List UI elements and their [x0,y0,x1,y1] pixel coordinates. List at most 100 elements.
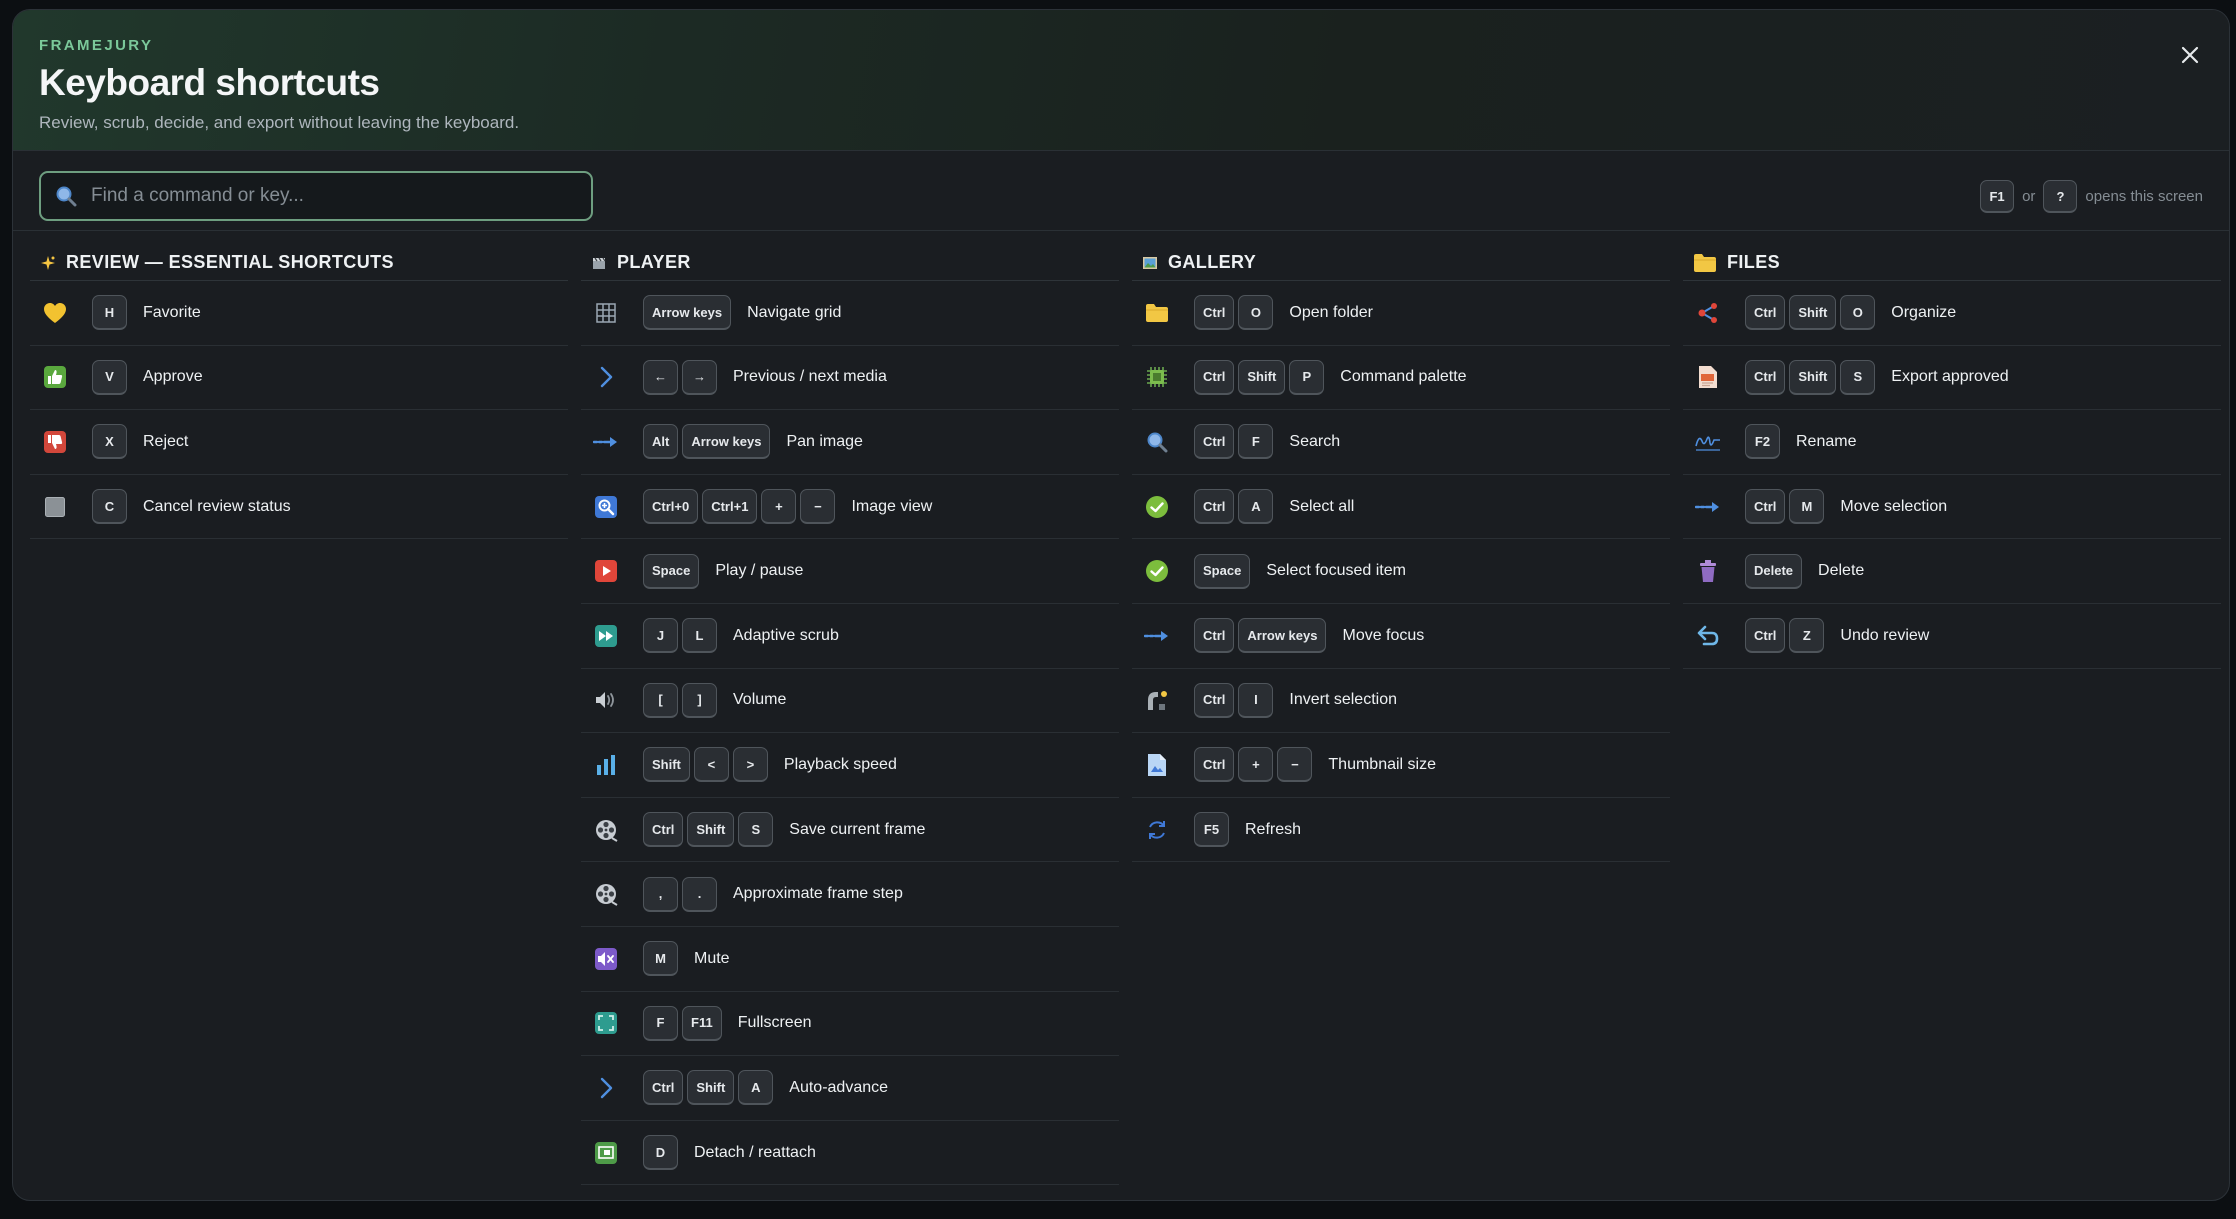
key-cap: , [643,876,678,912]
key-cap: Ctrl [1194,747,1235,783]
key-cap: ← [643,359,678,395]
column-heading: PLAYER [581,245,1119,281]
key-cap: D [643,1135,678,1171]
image-file-icon [1142,750,1172,780]
heart-icon [40,298,70,328]
grid-icon [591,298,621,328]
key-combo: M [643,941,678,977]
shortcut-row-volume[interactable]: [] Volume [581,669,1119,734]
shortcut-label: Playback speed [783,755,897,773]
fast-forward-icon [591,621,621,651]
key-cap: Arrow keys [1238,618,1327,654]
key-cap: + [761,489,797,525]
key-cap: Ctrl [1745,489,1786,525]
key-combo: Space [1194,553,1251,589]
shortcut-row-search[interactable]: Ctrl F Search [1132,410,1670,475]
shortcut-row-favorite[interactable]: H Favorite [30,281,568,346]
key-cap: O [1238,295,1274,331]
shortcut-row-adaptive-scrub[interactable]: J L Adaptive scrub [581,604,1119,669]
shortcut-row-move-selection[interactable]: Ctrl M Move selection [1683,475,2221,540]
shortcut-row-open-folder[interactable]: Ctrl O Open folder [1132,281,1670,346]
close-icon [2180,45,2200,65]
shortcut-label: Select focused item [1266,562,1406,580]
shortcut-row-save-current-frame[interactable]: Ctrl Shift S Save current frame [581,798,1119,863]
key-cap: Alt [643,424,679,460]
page-subtitle: Review, scrub, decide, and export withou… [39,113,520,132]
play-icon [591,556,621,586]
key-combo: V [92,359,127,395]
folder-icon [1142,298,1172,328]
column-files: FILES Ctrl Shift O Organize Ctrl Shift S Export … [1683,245,2221,669]
key-cap: Ctrl [1194,424,1235,460]
shortcut-row-rename[interactable]: F2 Rename [1683,410,2221,475]
key-cap: Space [1194,553,1251,589]
film-reel-icon [591,815,621,845]
shortcut-row-cancel-review-status[interactable]: C Cancel review status [30,475,568,540]
key-combo: Ctrl Shift A [643,1070,774,1106]
shortcut-label: Thumbnail size [1328,755,1436,773]
shortcut-row-command-palette[interactable]: Ctrl Shift P Command palette [1132,346,1670,411]
key-combo: [] [643,682,717,718]
shortcut-row-organize[interactable]: Ctrl Shift O Organize [1683,281,2221,346]
shortcut-row-image-view[interactable]: Ctrl+0 Ctrl+1 + − Image view [581,475,1119,540]
shortcut-label: Refresh [1245,820,1302,838]
arrow-right-icon [1693,492,1723,522]
shortcut-label: Previous / next media [733,368,887,386]
search-box[interactable] [39,171,593,221]
shortcut-row-mute[interactable]: M Mute [581,927,1119,992]
shortcut-row-thumbnail-size[interactable]: Ctrl + − Thumbnail size [1132,733,1670,798]
shortcut-row-move-focus[interactable]: Ctrl Arrow keys Move focus [1132,604,1670,669]
shortcut-row-detach-reattach[interactable]: D Detach / reattach [581,1121,1119,1186]
key-cap: Shift [687,1070,735,1106]
shortcut-row-navigate-grid[interactable]: Arrow keys Navigate grid [581,281,1119,346]
shortcut-row-refresh[interactable]: F5 Refresh [1132,798,1670,863]
shortcut-row-select-focused-item[interactable]: Space Select focused item [1132,539,1670,604]
key-question: ? [2043,180,2078,213]
column-title: GALLERY [1168,252,1257,272]
key-cap: Shift [687,812,735,848]
shortcut-row-select-all[interactable]: Ctrl A Select all [1132,475,1670,540]
key-cap: Delete [1745,553,1803,589]
chevron-right-icon [591,1073,621,1103]
shortcut-row-invert-selection[interactable]: Ctrl I Invert selection [1132,669,1670,734]
shortcut-row-undo-review[interactable]: Ctrl Z Undo review [1683,604,2221,669]
close-button[interactable] [2175,40,2205,70]
key-cap: . [682,876,717,912]
shortcut-row-fullscreen[interactable]: F F11 Fullscreen [581,992,1119,1057]
shortcut-row-previous-next-media[interactable]: ← → Previous / next media [581,346,1119,411]
help-hint: F1 or ? opens this screen [1980,180,2203,213]
key-cap: > [732,747,768,783]
key-cap: Shift [1789,359,1837,395]
shortcut-row-delete[interactable]: Delete Delete [1683,539,2221,604]
search-input[interactable] [91,173,591,219]
shortcut-row-approve[interactable]: V Approve [30,346,568,411]
shortcut-label: Adaptive scrub [733,626,839,644]
key-cap: − [800,489,836,525]
column-player: PLAYER Arrow keys Navigate grid ← → Previous … [581,245,1119,1186]
key-cap: Ctrl [1194,295,1235,331]
square-icon [40,492,70,522]
shortcut-label: Mute [694,949,730,967]
shortcut-label: Play / pause [715,562,804,580]
invert-icon [1142,685,1172,715]
shortcut-row-approximate-frame-step[interactable]: ,. Approximate frame step [581,862,1119,927]
key-cap: J [643,618,678,654]
sparkle-icon [40,255,56,271]
key-combo: F2 [1745,424,1780,460]
key-cap: Arrow keys [682,424,771,460]
key-cap: X [92,424,127,460]
zoom-icon [591,492,621,522]
key-combo: Ctrl Shift P [1194,359,1325,395]
signature-icon [1693,427,1723,457]
shortcut-row-playback-speed[interactable]: Shift < > Playback speed [581,733,1119,798]
shortcut-row-play-pause[interactable]: Space Play / pause [581,539,1119,604]
shortcut-row-pan-image[interactable]: Alt Arrow keys Pan image [581,410,1119,475]
key-cap: Ctrl [643,812,684,848]
key-cap: − [1277,747,1313,783]
shortcut-row-auto-advance[interactable]: Ctrl Shift A Auto-advance [581,1056,1119,1121]
key-combo: Ctrl I [1194,682,1274,718]
brand-label: FRAMEJURY [39,37,154,54]
shortcut-row-export-approved[interactable]: Ctrl Shift S Export approved [1683,346,2221,411]
shortcut-row-reject[interactable]: X Reject [30,410,568,475]
key-cap: ] [682,682,717,718]
